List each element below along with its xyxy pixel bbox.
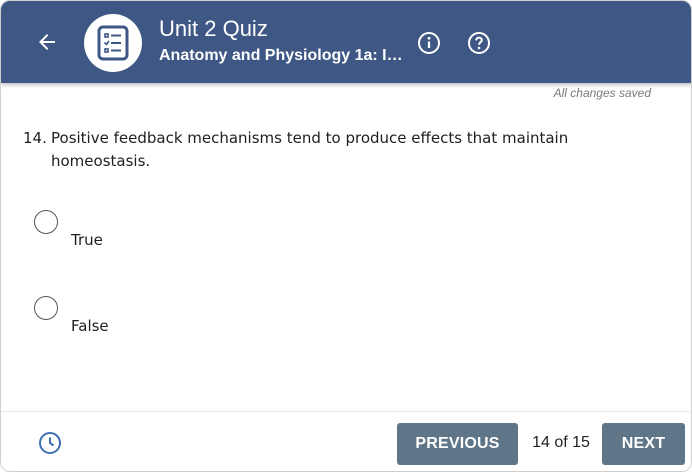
info-button[interactable] (416, 30, 442, 56)
quiz-badge (84, 14, 142, 72)
answer-label-true: True (71, 231, 103, 249)
save-status: All changes saved (553, 86, 651, 100)
previous-button[interactable]: PREVIOUS (397, 423, 518, 465)
quiz-title: Unit 2 Quiz (159, 16, 268, 41)
radio-button-false[interactable] (34, 296, 58, 320)
arrow-left-icon (39, 34, 55, 50)
next-button[interactable]: NEXT (602, 423, 685, 465)
question-number: 14. (23, 129, 47, 147)
checklist-icon (97, 25, 129, 61)
question-counter: 14 of 15 (532, 434, 590, 451)
help-icon (468, 32, 490, 54)
course-subtitle: Anatomy and Physiology 1a: Integumentary… (159, 47, 404, 64)
radio-button-true[interactable] (34, 210, 58, 234)
clock-icon (39, 432, 61, 454)
quiz-footer: PREVIOUS 14 of 15 NEXT (1, 411, 691, 471)
question-block: 14. Positive feedback mechanisms tend to… (23, 127, 663, 173)
back-button[interactable] (31, 27, 63, 57)
question-text: Positive feedback mechanisms tend to pro… (51, 129, 569, 170)
timer-button[interactable] (37, 430, 63, 456)
quiz-window: Unit 2 Quiz Anatomy and Physiology 1a: I… (0, 0, 692, 472)
info-icon (418, 32, 440, 54)
answer-label-false: False (71, 317, 109, 335)
help-button[interactable] (466, 30, 492, 56)
quiz-header: Unit 2 Quiz Anatomy and Physiology 1a: I… (1, 1, 691, 83)
